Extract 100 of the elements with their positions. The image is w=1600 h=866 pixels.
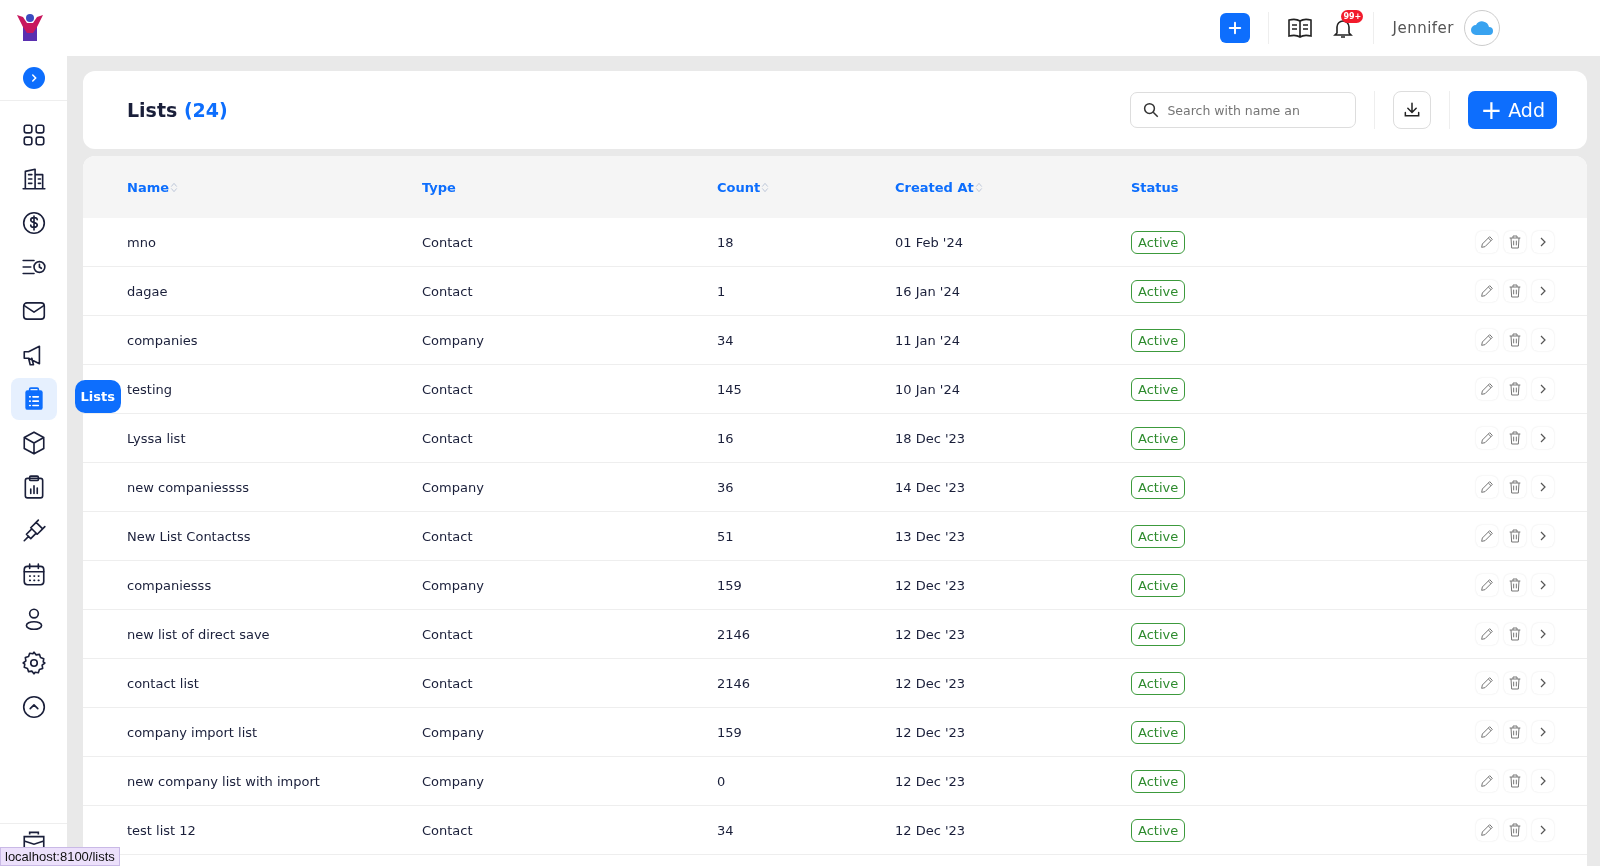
trash-icon	[1507, 283, 1523, 299]
table-cell: 145	[717, 381, 742, 397]
edit-button[interactable]	[1476, 672, 1498, 694]
edit-button[interactable]	[1476, 476, 1498, 498]
delete-button[interactable]	[1504, 476, 1526, 498]
open-button[interactable]	[1532, 329, 1554, 351]
table-cell: contact list	[127, 675, 199, 691]
link-url-tooltip: localhost:8100/lists	[0, 847, 120, 866]
pencil-icon	[1479, 430, 1495, 446]
pencil-icon	[1479, 381, 1495, 397]
table-cell: New List Contactss	[127, 528, 251, 544]
table-cell: Lyssa list	[127, 430, 186, 446]
add-button[interactable]	[1220, 13, 1251, 43]
search-field[interactable]: Search with name an	[1130, 92, 1357, 128]
open-button[interactable]	[1532, 476, 1554, 498]
open-button[interactable]	[1532, 525, 1554, 547]
edit-button[interactable]	[1476, 721, 1498, 743]
trash-icon	[1507, 724, 1523, 740]
edit-button[interactable]	[1476, 525, 1498, 547]
table-cell: 14 Dec '23	[895, 479, 966, 495]
pencil-icon	[1479, 479, 1495, 495]
pencil-icon	[1479, 577, 1495, 593]
column-header[interactable]: Status	[1131, 179, 1179, 195]
table-cell: 01 Feb '24	[895, 234, 963, 250]
delete-button[interactable]	[1504, 329, 1526, 351]
delete-button[interactable]	[1504, 819, 1526, 841]
table-cell: 2146	[717, 675, 751, 691]
status-badge: Active	[1131, 475, 1186, 499]
pencil-icon	[1479, 234, 1495, 250]
open-button[interactable]	[1532, 231, 1554, 253]
edit-button[interactable]	[1476, 280, 1498, 302]
edit-button[interactable]	[1476, 574, 1498, 596]
delete-button[interactable]	[1504, 280, 1526, 302]
status-badge: Active	[1131, 230, 1186, 254]
table-cell: Contact	[422, 675, 473, 691]
expand-button[interactable]	[22, 67, 45, 89]
open-button[interactable]	[1532, 721, 1554, 743]
column-header[interactable]: Count	[717, 179, 761, 195]
open-button[interactable]	[1532, 280, 1554, 302]
status-badge: Active	[1131, 328, 1186, 352]
open-button[interactable]	[1532, 574, 1554, 596]
open-button[interactable]	[1532, 623, 1554, 645]
add-button[interactable]: + Add	[1468, 91, 1557, 129]
trash-icon	[1507, 479, 1523, 495]
trash-icon	[1507, 773, 1523, 789]
building-icon	[20, 166, 47, 192]
table-cell: Contact	[422, 528, 473, 544]
edit-button[interactable]	[1476, 329, 1498, 351]
column-header[interactable]: Created At	[895, 179, 974, 195]
open-button[interactable]	[1532, 378, 1554, 400]
pencil-icon	[1479, 773, 1495, 789]
page-title: Lists (24)	[127, 99, 228, 121]
open-button[interactable]	[1532, 819, 1554, 841]
settings-icon	[20, 650, 47, 676]
column-header[interactable]: Type	[422, 179, 456, 195]
table-cell: Company	[422, 577, 484, 593]
delete-button[interactable]	[1504, 231, 1526, 253]
column-header[interactable]: Name	[127, 179, 169, 195]
open-button[interactable]	[1532, 427, 1554, 449]
delete-button[interactable]	[1504, 378, 1526, 400]
book-icon[interactable]	[1287, 17, 1314, 39]
download-button[interactable]	[1393, 91, 1432, 129]
trash-icon	[1507, 381, 1523, 397]
edit-button[interactable]	[1476, 819, 1498, 841]
table-cell: 13 Dec '23	[895, 528, 966, 544]
notification-badge: 99+	[1341, 10, 1364, 23]
delete-button[interactable]	[1504, 427, 1526, 449]
trash-icon	[1507, 430, 1523, 446]
delete-button[interactable]	[1504, 721, 1526, 743]
edit-button[interactable]	[1476, 427, 1498, 449]
table-cell: companies	[127, 332, 198, 348]
status-badge: Active	[1131, 769, 1186, 793]
trash-icon	[1507, 675, 1523, 691]
open-button[interactable]	[1532, 672, 1554, 694]
cube-icon	[20, 430, 47, 456]
edit-button[interactable]	[1476, 770, 1498, 792]
open-button[interactable]	[1532, 770, 1554, 792]
table-cell: 12 Dec '23	[895, 626, 966, 642]
table-cell: 51	[717, 528, 734, 544]
trash-icon	[1507, 332, 1523, 348]
table-cell: Contact	[422, 381, 473, 397]
delete-button[interactable]	[1504, 623, 1526, 645]
tooltip: Lists	[74, 380, 121, 413]
delete-button[interactable]	[1504, 672, 1526, 694]
table-cell: 12 Dec '23	[895, 675, 966, 691]
search-icon	[1142, 101, 1161, 119]
table-cell: Contact	[422, 626, 473, 642]
delete-button[interactable]	[1504, 770, 1526, 792]
table-cell: 34	[717, 332, 734, 348]
table-cell: 0	[717, 773, 726, 789]
status-badge: Active	[1131, 720, 1186, 744]
delete-button[interactable]	[1504, 574, 1526, 596]
edit-button[interactable]	[1476, 378, 1498, 400]
status-badge: Active	[1131, 573, 1186, 597]
pencil-icon	[1479, 675, 1495, 691]
edit-button[interactable]	[1476, 623, 1498, 645]
delete-button[interactable]	[1504, 525, 1526, 547]
table-cell: 12 Dec '23	[895, 773, 966, 789]
table-cell: 11 Jan '24	[895, 332, 960, 348]
edit-button[interactable]	[1476, 231, 1498, 253]
